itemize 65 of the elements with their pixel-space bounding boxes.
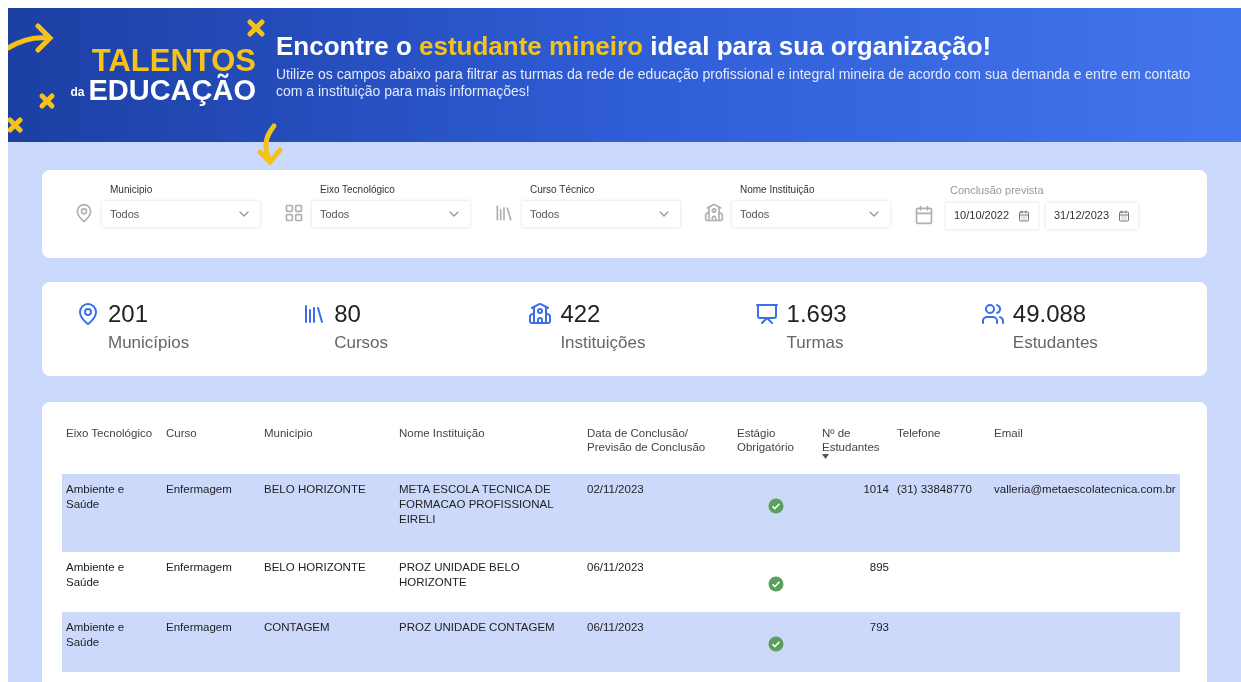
column-header[interactable]: Estágio Obrigatório xyxy=(733,426,818,474)
grid-icon xyxy=(284,203,304,223)
filter-label: Municipio xyxy=(110,183,154,197)
stat-label: Estudantes xyxy=(1012,332,1099,354)
calendar-icon xyxy=(1118,209,1130,222)
filter-dropdown[interactable]: Todos xyxy=(732,201,890,227)
filter-label: Nome Instituição xyxy=(740,183,816,197)
table-cell-text: Ambiente e Saúde xyxy=(65,560,126,590)
filter-dropdown[interactable]: Todos xyxy=(522,201,680,227)
page-description: Utilize os campos abaixo para filtrar as turmas da rede de educação profissional e integral mineira de acordo com sua demanda e entre em contato com a instituição para mais informações! xyxy=(276,66,1192,101)
table-cell-text: Enfermagem xyxy=(165,482,233,497)
people-icon xyxy=(980,302,1005,326)
board-icon xyxy=(754,302,779,326)
date-field[interactable]: 10/10/2022 xyxy=(946,202,1038,229)
date-field[interactable]: 31/12/2023 xyxy=(1046,202,1138,229)
page-title: Encontre o estudante mineiro ideal para sua organização! xyxy=(276,29,993,63)
filter-dropdown[interactable]: Todos xyxy=(312,201,470,227)
table-cell-text: Enfermagem xyxy=(165,560,233,575)
column-header[interactable]: Email xyxy=(990,426,1180,474)
table-cell-text: CONTAGEM xyxy=(263,620,331,635)
calendar-icon xyxy=(914,204,934,225)
stat-label: Municípios xyxy=(108,332,191,354)
column-header[interactable]: Nº de Estudantes xyxy=(818,426,893,474)
column-header[interactable]: Data de Conclusão/ Previsão de Conclusão xyxy=(583,426,733,474)
filter-label: Curso Técnico xyxy=(530,183,596,197)
table-cell-text: META ESCOLA TECNICA DE FORMACAO PROFISSIONAL EIRELI xyxy=(398,482,555,527)
filter-dropdown[interactable]: Todos xyxy=(102,201,260,227)
building-icon xyxy=(704,203,724,223)
table-cell-text: 1014 xyxy=(863,482,890,497)
table-cell-text: Ambiente e Saúde xyxy=(65,482,126,512)
table-cell-text: BELO HORIZONTE xyxy=(263,560,367,575)
stat-value: 201 xyxy=(108,302,149,326)
calendar-icon xyxy=(1018,209,1030,222)
table-cell-text: 895 xyxy=(869,560,890,575)
table-cell-text: Enfermagem xyxy=(165,620,233,635)
table-cell-text: PROZ UNIDADE CONTAGEM xyxy=(398,620,556,635)
stat-label: Cursos xyxy=(334,332,390,354)
table-cell-text: valleria@metaescolatecnica.com.br xyxy=(993,482,1177,497)
stat-label: Instituições xyxy=(560,332,647,354)
building-icon xyxy=(528,302,553,326)
stat-label: Turmas xyxy=(786,332,845,354)
table-cell-text: 02/11/2023 xyxy=(586,482,645,497)
books-icon xyxy=(494,203,514,223)
stat-value: 49.088 xyxy=(1012,302,1087,326)
stat-value: 1.693 xyxy=(786,302,847,326)
table-cell-text: 06/11/2023 xyxy=(586,560,645,575)
filter-label: Eixo Tecnológico xyxy=(320,183,396,197)
table-cell-text: PROZ UNIDADE BELO HORIZONTE xyxy=(398,560,521,590)
column-header[interactable]: Municipio xyxy=(260,426,395,474)
map-pin-icon xyxy=(76,302,100,326)
table-cell-text: (31) 33848770 xyxy=(896,482,973,497)
filter-label: Conclusão prevista xyxy=(950,183,1045,198)
sort-caret-icon xyxy=(822,454,829,459)
table-cell-text: Ambiente e Saúde xyxy=(65,620,126,650)
table-cell-text: 06/11/2023 xyxy=(586,620,645,635)
logo-small-text: da xyxy=(70,84,85,101)
stat-value: 80 xyxy=(334,302,361,326)
column-header[interactable]: Curso xyxy=(162,426,260,474)
column-header[interactable]: Eixo Tecnológico xyxy=(62,426,162,474)
stat-value: 422 xyxy=(560,302,601,326)
column-header[interactable]: Nome Instituição xyxy=(395,426,583,474)
table-cell-text: 793 xyxy=(869,620,890,635)
column-header[interactable]: Telefone xyxy=(893,426,990,474)
map-pin-icon xyxy=(74,203,94,223)
table-cell-text: BELO HORIZONTE xyxy=(263,482,367,497)
